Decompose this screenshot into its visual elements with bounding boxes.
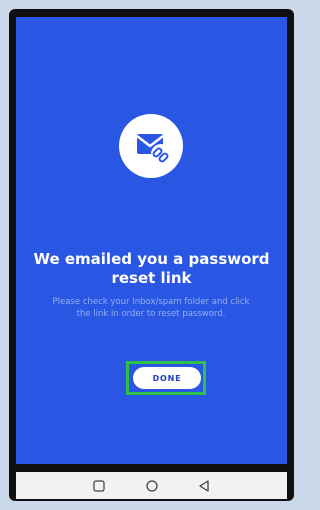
email-link-icon: [119, 114, 183, 178]
circle-icon: [146, 479, 158, 492]
recents-button[interactable]: [79, 472, 119, 499]
back-button[interactable]: [184, 472, 224, 499]
square-icon: [93, 479, 105, 492]
system-navigation-bar: [16, 472, 287, 499]
phone-frame: We emailed you a password reset link Ple…: [9, 9, 294, 501]
home-button[interactable]: [132, 472, 172, 499]
app-screen: We emailed you a password reset link Ple…: [16, 17, 287, 464]
done-button[interactable]: DONE: [133, 367, 201, 389]
triangle-back-icon: [199, 479, 209, 492]
instruction-text: Please check your Inbox/spam folder and …: [52, 297, 250, 319]
page-title: We emailed you a password reset link: [33, 250, 270, 287]
